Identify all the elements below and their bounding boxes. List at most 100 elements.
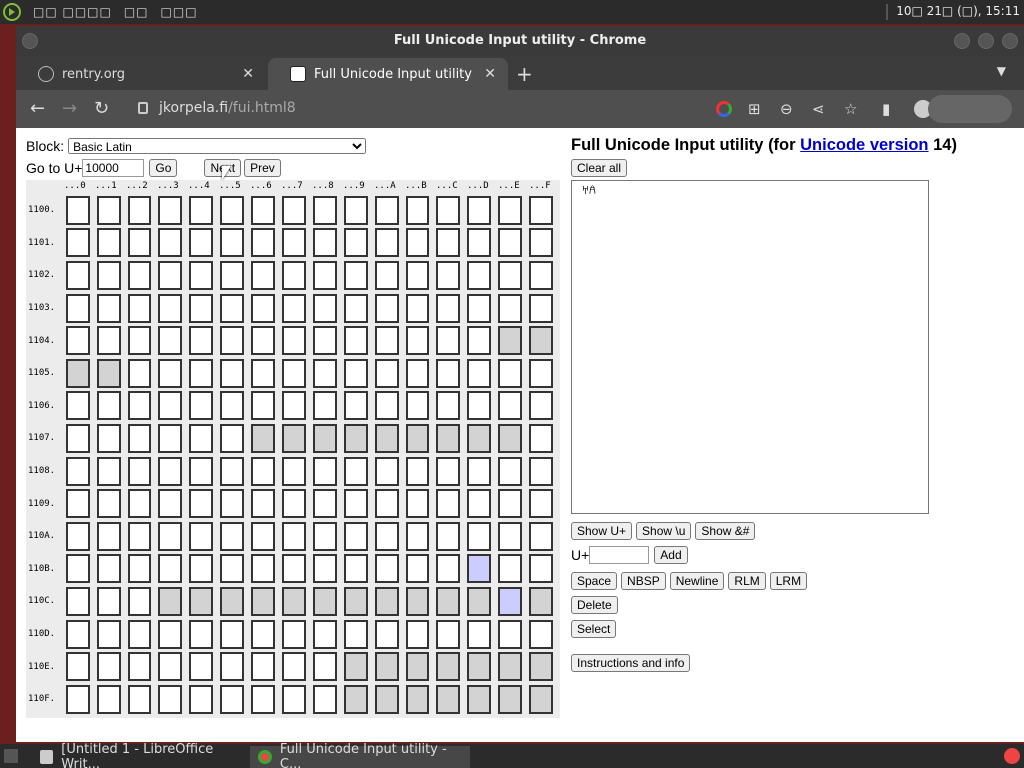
char-cell[interactable] (374, 586, 399, 616)
char-cell[interactable] (343, 195, 368, 225)
char-cell[interactable] (374, 619, 399, 649)
char-cell[interactable] (220, 586, 245, 616)
char-cell[interactable] (436, 358, 461, 388)
char-cell[interactable] (65, 326, 90, 356)
codepoint-input[interactable] (589, 546, 650, 564)
char-cell[interactable] (343, 228, 368, 258)
char-cell[interactable] (189, 619, 214, 649)
char-cell[interactable] (405, 554, 430, 584)
char-cell[interactable] (498, 423, 523, 453)
char-cell[interactable] (96, 521, 121, 551)
char-cell[interactable] (251, 358, 276, 388)
char-cell[interactable] (96, 260, 121, 290)
char-cell[interactable] (158, 358, 183, 388)
char-cell[interactable] (343, 260, 368, 290)
char-cell[interactable] (529, 619, 554, 649)
taskbar-item-chrome[interactable]: Full Unicode Input utility - C... (250, 742, 470, 768)
char-cell[interactable] (65, 260, 90, 290)
char-cell[interactable] (251, 228, 276, 258)
show-u-plus-button[interactable]: Show U+ (571, 522, 633, 540)
char-cell[interactable] (405, 586, 430, 616)
taskbar-item-writer[interactable]: [Untitled 1 - LibreOffice Writ... (32, 742, 246, 768)
char-cell[interactable] (529, 554, 554, 584)
output-textarea[interactable]: 𐀀𐀁 (571, 180, 929, 514)
char-cell[interactable] (189, 195, 214, 225)
char-cell[interactable] (282, 652, 306, 682)
char-cell[interactable] (158, 391, 183, 421)
instructions-button[interactable]: Instructions and info (571, 654, 691, 672)
char-cell[interactable] (498, 326, 523, 356)
char-cell[interactable] (529, 423, 554, 453)
char-cell[interactable] (436, 586, 461, 616)
char-cell[interactable] (405, 228, 430, 258)
space-button[interactable]: Space (571, 572, 618, 590)
char-cell[interactable] (405, 619, 430, 649)
char-cell[interactable] (312, 489, 337, 519)
char-cell[interactable] (158, 293, 183, 323)
char-cell[interactable] (158, 684, 183, 714)
char-cell[interactable] (343, 423, 368, 453)
char-cell[interactable] (312, 619, 337, 649)
char-cell[interactable] (529, 684, 554, 714)
char-cell[interactable] (189, 554, 214, 584)
char-cell[interactable] (282, 391, 306, 421)
char-cell[interactable] (251, 684, 276, 714)
char-cell[interactable] (158, 586, 183, 616)
char-cell[interactable] (312, 521, 337, 551)
char-cell[interactable] (65, 619, 90, 649)
char-cell[interactable] (436, 391, 461, 421)
char-cell[interactable] (312, 358, 337, 388)
char-cell[interactable] (220, 358, 245, 388)
char-cell[interactable] (127, 456, 152, 486)
char-cell[interactable] (251, 652, 276, 682)
char-cell[interactable] (96, 586, 121, 616)
char-cell[interactable] (374, 293, 399, 323)
char-cell[interactable] (343, 326, 368, 356)
char-cell[interactable] (312, 554, 337, 584)
char-cell[interactable] (405, 489, 430, 519)
unicode-version-link[interactable]: Unicode version (800, 136, 928, 154)
close-icon[interactable]: ✕ (484, 66, 496, 82)
translate-icon[interactable]: ⊞ (748, 100, 761, 118)
google-icon[interactable] (716, 101, 732, 117)
close-icon[interactable]: ✕ (242, 66, 254, 82)
char-cell[interactable] (405, 652, 430, 682)
char-cell[interactable] (189, 684, 214, 714)
char-cell[interactable] (127, 521, 152, 551)
char-cell[interactable] (312, 228, 337, 258)
bookmark-star-icon[interactable]: ☆ (844, 100, 857, 118)
char-cell[interactable] (405, 260, 430, 290)
char-cell[interactable] (65, 423, 90, 453)
tab-rentry[interactable]: rentry.org ✕ (16, 58, 266, 90)
char-cell[interactable] (220, 293, 245, 323)
char-cell[interactable] (96, 195, 121, 225)
char-cell[interactable] (96, 456, 121, 486)
char-cell[interactable] (374, 260, 399, 290)
char-cell[interactable] (127, 684, 152, 714)
panel-menu-2[interactable]: □□ (124, 5, 149, 19)
char-cell[interactable] (220, 423, 245, 453)
panel-menu-3[interactable]: □□□ (161, 5, 198, 19)
char-cell[interactable] (312, 456, 337, 486)
show-desktop-icon[interactable] (4, 749, 18, 763)
forward-arrow-icon[interactable]: → (62, 98, 77, 119)
char-cell[interactable] (65, 586, 90, 616)
goto-input[interactable] (82, 159, 145, 177)
char-cell[interactable] (220, 326, 245, 356)
char-cell[interactable] (312, 326, 337, 356)
char-cell[interactable] (343, 684, 368, 714)
char-cell[interactable] (374, 554, 399, 584)
char-cell[interactable] (529, 228, 554, 258)
char-cell[interactable] (96, 326, 121, 356)
char-cell[interactable] (529, 652, 554, 682)
char-cell[interactable] (467, 619, 492, 649)
char-cell[interactable] (436, 326, 461, 356)
maximize-button[interactable] (978, 33, 994, 49)
char-cell[interactable] (436, 195, 461, 225)
char-cell[interactable] (467, 652, 492, 682)
char-cell[interactable] (282, 260, 306, 290)
char-cell[interactable] (498, 195, 523, 225)
char-cell[interactable] (529, 521, 554, 551)
char-cell[interactable] (189, 391, 214, 421)
panel-menu-1[interactable]: □□ □□□□ (33, 5, 112, 19)
